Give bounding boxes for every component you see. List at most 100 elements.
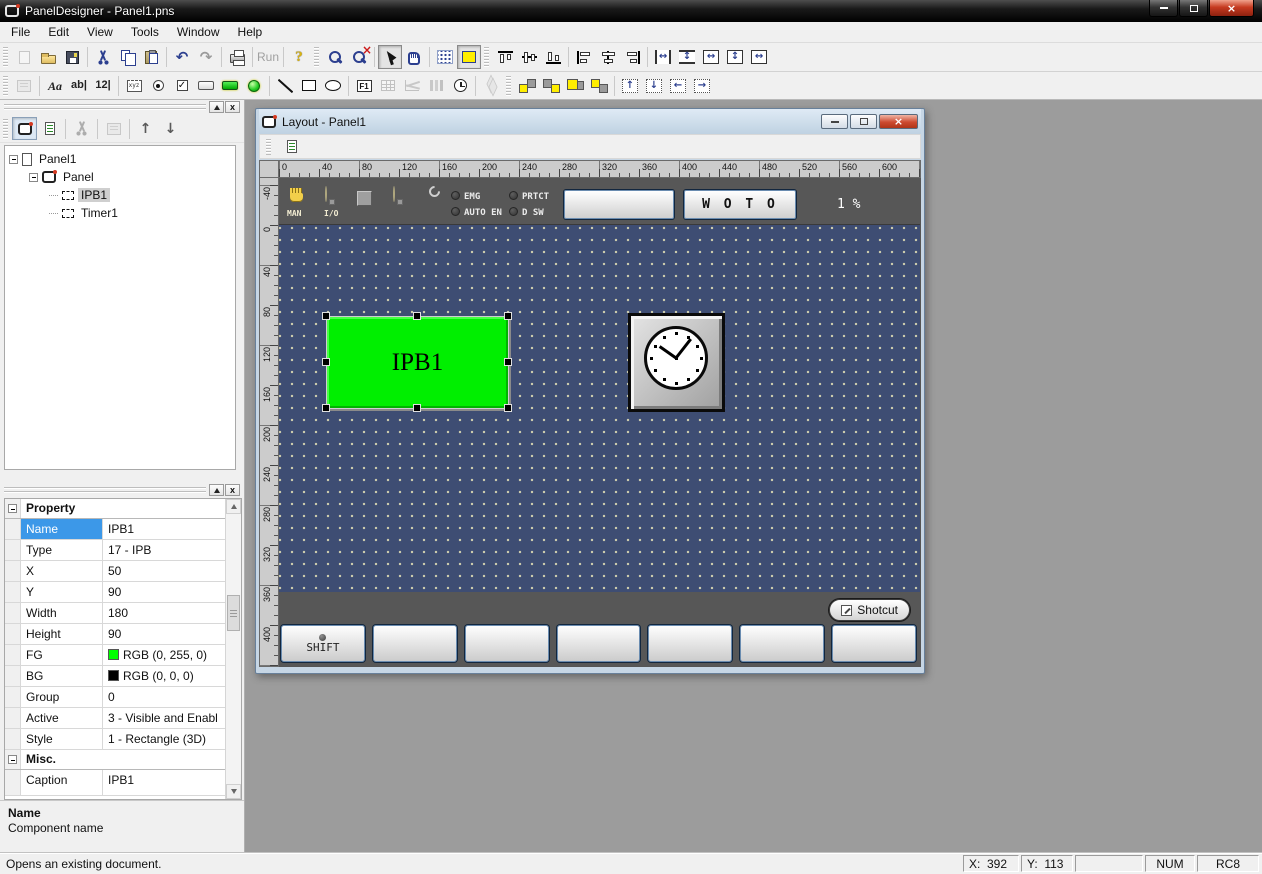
property-pane-gripper[interactable]: x <box>2 483 242 497</box>
grow-to-grid-down-button[interactable]: ↓ <box>642 74 666 98</box>
scrollbar-thumb[interactable] <box>227 595 240 631</box>
open-button[interactable] <box>36 45 60 69</box>
tree-item-timer1[interactable]: Timer1 <box>9 204 235 222</box>
blank-function-button-6[interactable] <box>832 625 916 662</box>
tree-pane-gripper[interactable]: x <box>2 100 242 114</box>
property-row-width[interactable]: Width 180 <box>5 603 225 624</box>
label-tool-button[interactable]: Aa <box>43 74 67 98</box>
same-size-button[interactable]: ↔ <box>747 45 771 69</box>
property-row-x[interactable]: X 50 <box>5 561 225 582</box>
scroll-down-button[interactable] <box>226 784 241 799</box>
property-name-selected[interactable]: Name <box>21 519 103 539</box>
layout-script-button[interactable] <box>279 135 304 158</box>
pan-tool-button[interactable] <box>402 45 426 69</box>
move-down-button[interactable]: ↓ <box>158 117 183 140</box>
tree-item-ipb1[interactable]: IPB1 <box>9 186 235 204</box>
property-row-type[interactable]: Type 17 - IPB <box>5 540 225 561</box>
ellipse-tool-button[interactable] <box>321 74 345 98</box>
function-key-tool-button[interactable]: F1 <box>352 74 376 98</box>
line-tool-button[interactable] <box>273 74 297 98</box>
align-top-button[interactable] <box>493 45 517 69</box>
align-center-button[interactable] <box>596 45 620 69</box>
lamp-icon[interactable] <box>393 186 395 202</box>
toolbar-gripper[interactable] <box>3 119 8 139</box>
ipb1-component[interactable]: IPB1 <box>327 317 508 408</box>
bring-to-front-button[interactable] <box>515 74 539 98</box>
panel-grid-area[interactable] <box>279 225 920 592</box>
selection-handle-se[interactable] <box>504 404 512 412</box>
tree-item-panel[interactable]: Panel <box>9 168 235 186</box>
property-scrollbar[interactable] <box>225 499 241 799</box>
tree-item-label[interactable]: Panel <box>60 170 97 184</box>
property-row-fg[interactable]: FG RGB (0, 255, 0) <box>5 645 225 666</box>
selection-handle-s[interactable] <box>413 404 421 412</box>
rectangle-tool-button[interactable] <box>297 74 321 98</box>
toolbar-gripper[interactable] <box>3 76 8 96</box>
radio-tool-button[interactable] <box>146 74 170 98</box>
numeric-tool-button[interactable]: 12| <box>91 74 115 98</box>
bring-forward-button[interactable] <box>563 74 587 98</box>
graph-tool-button[interactable] <box>400 74 424 98</box>
menu-help[interactable]: Help <box>229 22 272 42</box>
menu-window[interactable]: Window <box>168 22 229 42</box>
menu-tools[interactable]: Tools <box>122 22 168 42</box>
space-horizontal-button[interactable]: ↔ <box>651 45 675 69</box>
selection-handle-sw[interactable] <box>322 404 330 412</box>
object-button[interactable] <box>12 74 36 98</box>
close-button[interactable]: × <box>1209 0 1254 17</box>
paste-button[interactable] <box>139 45 163 69</box>
grid-toggle-button[interactable] <box>433 45 457 69</box>
menu-file[interactable]: File <box>2 22 39 42</box>
property-row-y[interactable]: Y 90 <box>5 582 225 603</box>
snap-toggle-button[interactable] <box>457 45 481 69</box>
maximize-button[interactable] <box>1179 0 1208 17</box>
property-value[interactable]: IPB1 <box>103 519 225 539</box>
space-vertical-button[interactable]: ↕ <box>675 45 699 69</box>
align-right-button[interactable] <box>620 45 644 69</box>
layers-button[interactable] <box>479 74 503 98</box>
properties-button[interactable] <box>101 117 126 140</box>
send-backward-button[interactable] <box>587 74 611 98</box>
move-up-button[interactable]: ↑ <box>133 117 158 140</box>
blank-function-button-2[interactable] <box>465 625 549 662</box>
cut-button[interactable] <box>91 45 115 69</box>
toolbar-gripper[interactable] <box>506 76 511 96</box>
delete-component-button[interactable] <box>69 117 94 140</box>
tree-item-panel1[interactable]: Panel1 <box>9 150 235 168</box>
collapse-minus-icon[interactable] <box>8 755 17 764</box>
same-width-button[interactable]: ↔ <box>699 45 723 69</box>
editbox-tool-button[interactable]: ab| <box>67 74 91 98</box>
blank-function-button-3[interactable] <box>557 625 641 662</box>
property-group-header[interactable]: Property <box>5 499 225 519</box>
gray-square-button[interactable] <box>357 191 372 206</box>
close-pane-button[interactable]: x <box>225 101 240 113</box>
selection-handle-w[interactable] <box>322 358 330 366</box>
layout-close-button[interactable]: × <box>879 114 918 129</box>
toolbar-gripper[interactable] <box>266 139 271 155</box>
button-tool-button[interactable] <box>194 74 218 98</box>
tree-item-label[interactable]: Timer1 <box>78 206 121 220</box>
selection-handle-nw[interactable] <box>322 312 330 320</box>
copy-button[interactable] <box>115 45 139 69</box>
property-row-caption[interactable]: Caption IPB1 <box>5 770 225 796</box>
blank-device-button[interactable] <box>564 190 674 219</box>
tree-item-label[interactable]: Panel1 <box>36 152 79 166</box>
shift-button[interactable]: SHIFT <box>281 625 365 662</box>
selection-handle-e[interactable] <box>504 358 512 366</box>
lamp-tool-button[interactable] <box>242 74 266 98</box>
property-row-bg[interactable]: BG RGB (0, 0, 0) <box>5 666 225 687</box>
property-row-name[interactable]: Name IPB1 <box>5 519 225 540</box>
toolbar-gripper[interactable] <box>3 47 8 67</box>
redo-button[interactable]: ↷ <box>194 45 218 69</box>
toolbar-gripper[interactable] <box>484 47 489 67</box>
run-button[interactable]: Run <box>256 45 280 69</box>
grow-to-grid-up-button[interactable]: ↑ <box>618 74 642 98</box>
scroll-up-button[interactable] <box>226 499 241 514</box>
zoom-off-button[interactable]: × <box>347 45 371 69</box>
undo-button[interactable]: ↶ <box>170 45 194 69</box>
save-button[interactable] <box>60 45 84 69</box>
grow-to-grid-left-button[interactable]: ← <box>666 74 690 98</box>
select-tool-button[interactable] <box>378 45 402 69</box>
io-lamp-icon[interactable] <box>325 186 327 202</box>
align-left-button[interactable] <box>572 45 596 69</box>
